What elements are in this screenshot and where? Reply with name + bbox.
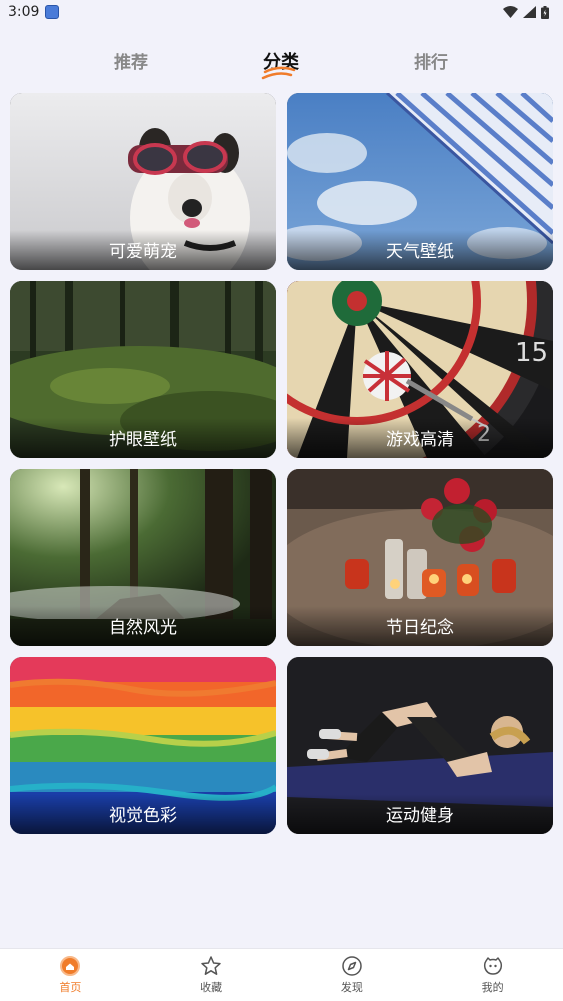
home-icon: [60, 956, 81, 976]
status-bar: 3:09: [0, 0, 563, 24]
tab-ranking[interactable]: 排行: [414, 48, 448, 73]
status-time: 3:09: [8, 4, 40, 20]
svg-text:15: 15: [515, 338, 548, 368]
nav-profile[interactable]: 我的: [422, 949, 563, 1001]
category-label: 天气壁纸: [386, 242, 454, 262]
active-tab-indicator: [261, 66, 296, 80]
nav-home[interactable]: 首页: [0, 949, 141, 1001]
category-label: 游戏高清: [386, 430, 454, 450]
category-label: 护眼壁纸: [109, 430, 177, 450]
category-card-eye-care[interactable]: 护眼壁纸: [10, 281, 276, 458]
tab-recommend[interactable]: 推荐: [114, 48, 148, 73]
battery-icon: [541, 5, 549, 19]
category-card-pets[interactable]: 可爱萌宠: [10, 93, 276, 270]
bottom-navigation: 首页 收藏 发现 我的: [0, 948, 563, 1001]
category-label: 节日纪念: [386, 618, 454, 638]
category-card-holidays[interactable]: 节日纪念: [287, 469, 553, 646]
compass-icon: [342, 956, 362, 976]
face-icon: [483, 957, 502, 975]
category-label: 视觉色彩: [109, 806, 177, 826]
tab-category[interactable]: 分类: [261, 48, 299, 80]
category-label: 自然风光: [109, 618, 177, 638]
category-card-fitness[interactable]: 运动健身: [287, 657, 553, 834]
category-card-games[interactable]: 15 2 游戏高清: [287, 281, 553, 458]
star-icon: [201, 956, 221, 975]
category-label: 运动健身: [386, 806, 454, 826]
category-card-weather[interactable]: 天气壁纸: [287, 93, 553, 270]
category-card-nature[interactable]: 自然风光: [10, 469, 276, 646]
category-grid: 可爱萌宠 天气壁纸 护眼壁纸 15 游戏高清 自然风光 节日纪念 视觉色彩 运动…: [10, 93, 553, 834]
category-card-colors[interactable]: 视觉色彩: [10, 657, 276, 834]
app-notification-icon: [45, 5, 60, 19]
signal-icon: [523, 6, 536, 18]
nav-favorites[interactable]: 收藏: [141, 949, 282, 1001]
top-tabs: 推荐 分类 排行: [0, 48, 563, 80]
wifi-icon: [503, 6, 518, 18]
category-label: 可爱萌宠: [109, 242, 177, 262]
nav-discover[interactable]: 发现: [282, 949, 423, 1001]
